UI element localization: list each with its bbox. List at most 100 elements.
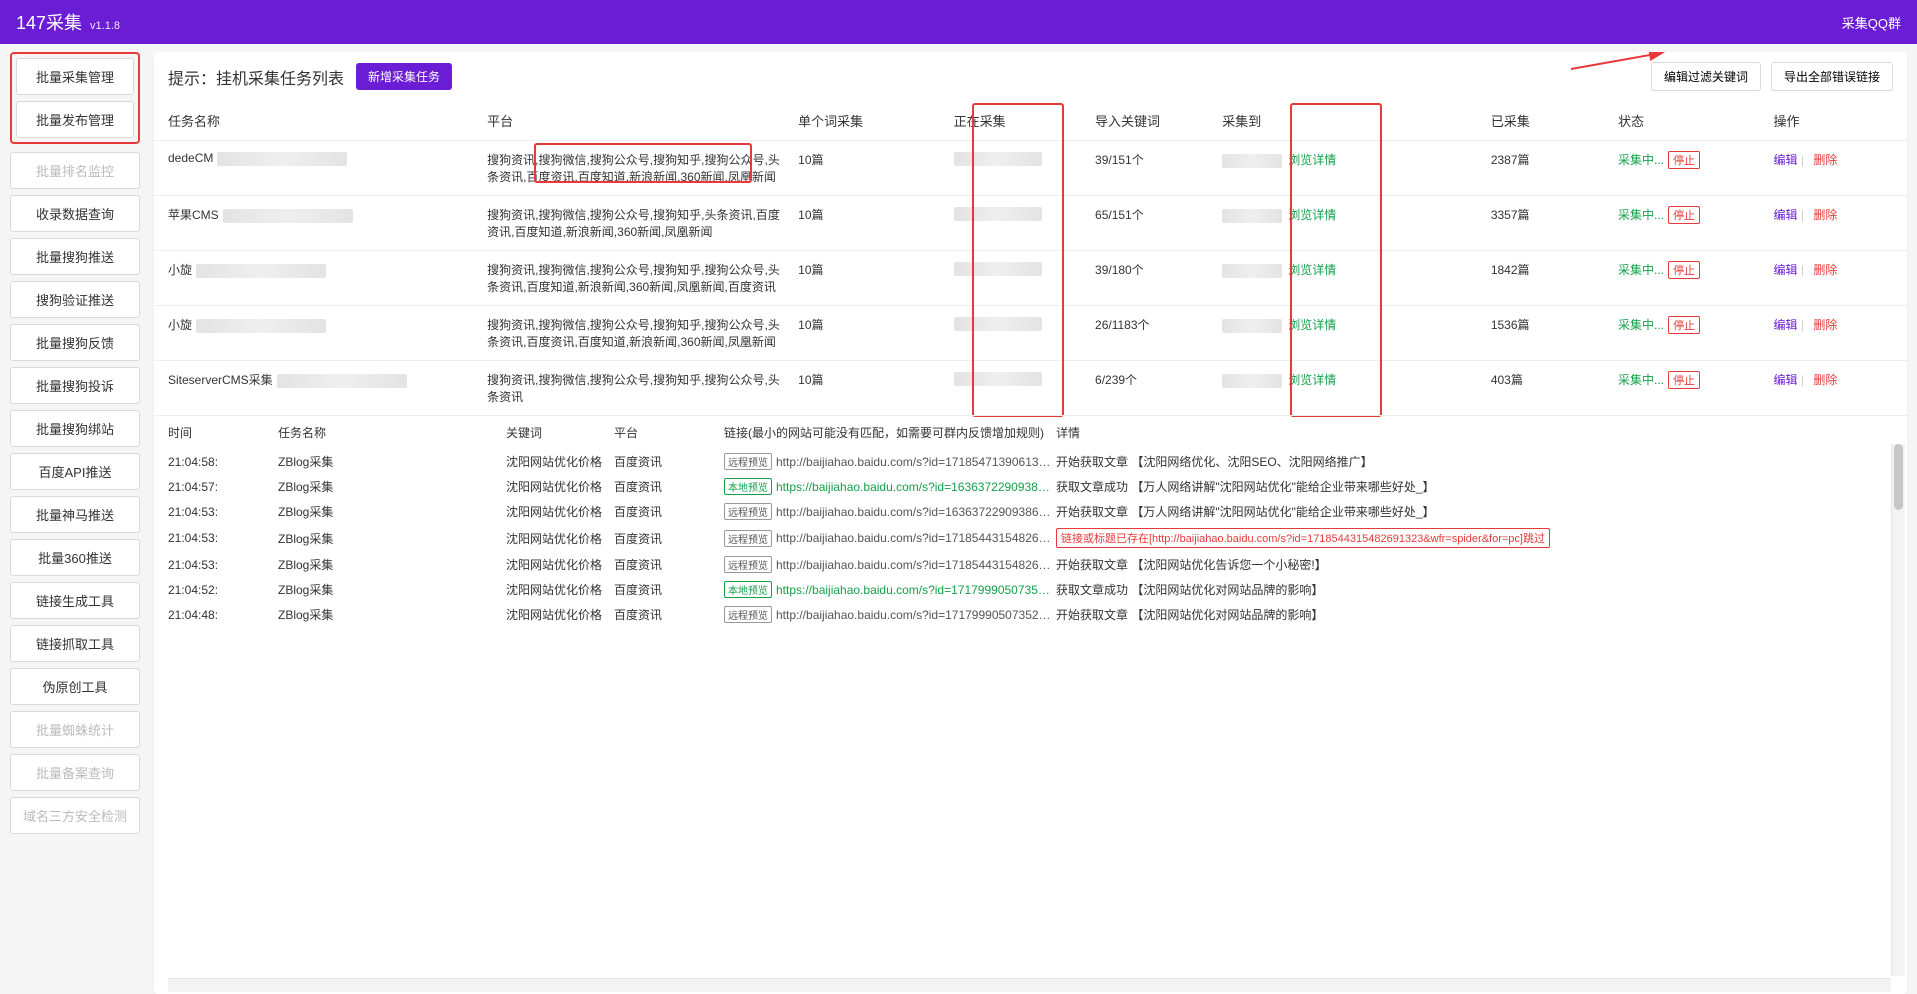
delete-link[interactable]: 删除 xyxy=(1813,373,1837,387)
qq-group-link[interactable]: 采集QQ群 xyxy=(1842,13,1901,32)
log-plat: 百度资讯 xyxy=(614,606,724,623)
sidebar-item[interactable]: 百度API推送 xyxy=(10,453,140,490)
delete-link[interactable]: 删除 xyxy=(1813,263,1837,277)
cell-collecting xyxy=(946,141,1087,196)
redacted xyxy=(196,264,326,278)
cell-collecting xyxy=(946,361,1087,416)
redacted xyxy=(277,374,407,388)
log-body[interactable]: 21:04:58: ZBlog采集 沈阳网站优化价格 百度资讯 远程预览 htt… xyxy=(154,449,1907,994)
stop-button[interactable]: 停止 xyxy=(1668,261,1700,279)
log-task: ZBlog采集 xyxy=(278,556,506,573)
detail-link[interactable]: 浏览详情 xyxy=(1288,208,1336,222)
export-errors-button[interactable]: 导出全部错误链接 xyxy=(1771,62,1893,91)
log-scrollbar-vertical[interactable] xyxy=(1891,444,1905,976)
content-card: 提示：挂机采集任务列表 新增采集任务 编辑过滤关键词 导出全部错误链接 任务名称 xyxy=(154,52,1907,994)
edit-link[interactable]: 编辑 xyxy=(1774,318,1798,332)
preview-tag[interactable]: 远程预览 xyxy=(724,556,772,573)
edit-link[interactable]: 编辑 xyxy=(1774,208,1798,222)
sidebar-item[interactable]: 链接生成工具 xyxy=(10,582,140,619)
log-scrollbar-horizontal[interactable] xyxy=(168,978,1891,992)
delete-link[interactable]: 删除 xyxy=(1813,208,1837,222)
log-link: 远程预览 http://baijiahao.baidu.com/s?id=171… xyxy=(724,453,1056,470)
sidebar-item[interactable]: 搜狗验证推送 xyxy=(10,281,140,318)
sidebar-item[interactable]: 批量搜狗反馈 xyxy=(10,324,140,361)
sidebar-item[interactable]: 批量神马推送 xyxy=(10,496,140,533)
sidebar-item[interactable]: 批量360推送 xyxy=(10,539,140,576)
stop-button[interactable]: 停止 xyxy=(1668,151,1700,169)
delete-link[interactable]: 删除 xyxy=(1813,318,1837,332)
log-plat: 百度资讯 xyxy=(614,581,724,598)
sidebar-item-0[interactable]: 批量采集管理 xyxy=(16,58,134,95)
log-url[interactable]: http://baijiahao.baidu.com/s?id=17185443… xyxy=(776,558,1056,572)
sidebar-item[interactable]: 收录数据查询 xyxy=(10,195,140,232)
th-single: 单个词采集 xyxy=(790,101,946,141)
cell-status: 采集中...停止 xyxy=(1610,196,1766,251)
sidebar-item-1[interactable]: 批量发布管理 xyxy=(16,101,134,138)
delete-link[interactable]: 删除 xyxy=(1813,153,1837,167)
sidebar: 批量采集管理批量发布管理 批量排名监控收录数据查询批量搜狗推送搜狗验证推送批量搜… xyxy=(0,44,150,994)
app-title-text: 147采集 xyxy=(16,9,82,35)
cell-platform: 搜狗资讯,搜狗微信,搜狗公众号,搜狗知乎,搜狗公众号,头条资讯,百度资讯,百度知… xyxy=(479,306,790,361)
log-url[interactable]: http://baijiahao.baidu.com/s?id=16363722… xyxy=(776,505,1056,519)
log-url[interactable]: http://baijiahao.baidu.com/s?id=17185471… xyxy=(776,455,1056,469)
preview-tag[interactable]: 本地预览 xyxy=(724,478,772,495)
detail-link[interactable]: 浏览详情 xyxy=(1288,153,1336,167)
cell-name: 小旋 xyxy=(154,251,479,306)
preview-tag[interactable]: 远程预览 xyxy=(724,606,772,623)
log-url[interactable]: http://baijiahao.baidu.com/s?id=17185443… xyxy=(776,531,1056,545)
cell-single: 10篇 xyxy=(790,251,946,306)
preview-tag[interactable]: 远程预览 xyxy=(724,503,772,520)
redacted xyxy=(954,262,1042,276)
log-detail: 链接或标题已存在[http://baijiahao.baidu.com/s?id… xyxy=(1056,528,1893,548)
log-link: 远程预览 http://baijiahao.baidu.com/s?id=171… xyxy=(724,556,1056,573)
filter-keyword-button[interactable]: 编辑过滤关键词 xyxy=(1651,62,1761,91)
stop-button[interactable]: 停止 xyxy=(1668,371,1700,389)
task-table: 任务名称 平台 单个词采集 正在采集 导入关键词 采集到 已采集 状态 操作 d… xyxy=(154,101,1907,415)
log-detail-text: 开始获取文章 【沈阳网络优化、沈阳SEO、沈阳网络推广】 xyxy=(1056,455,1373,469)
edit-link[interactable]: 编辑 xyxy=(1774,153,1798,167)
preview-tag[interactable]: 本地预览 xyxy=(724,581,772,598)
log-detail: 开始获取文章 【万人网络讲解"沈阳网站优化"能给企业带来哪些好处_】 xyxy=(1056,503,1893,520)
add-task-button[interactable]: 新增采集任务 xyxy=(356,63,452,90)
log-kw: 沈阳网站优化价格 xyxy=(506,478,614,495)
log-detail: 开始获取文章 【沈阳网站优化对网站品牌的影响】 xyxy=(1056,606,1893,623)
log-link: 远程预览 http://baijiahao.baidu.com/s?id=171… xyxy=(724,530,1056,547)
sidebar-item[interactable]: 批量搜狗投诉 xyxy=(10,367,140,404)
th-collecting: 正在采集 xyxy=(946,101,1087,141)
cell-name: SiteserverCMS采集 xyxy=(154,361,479,416)
redacted xyxy=(196,319,326,333)
log-url[interactable]: https://baijiahao.baidu.com/s?id=1636372… xyxy=(776,480,1056,494)
sidebar-item: 批量备案查询 xyxy=(10,754,140,791)
log-url[interactable]: http://baijiahao.baidu.com/s?id=17179990… xyxy=(776,608,1056,622)
sidebar-item[interactable]: 伪原创工具 xyxy=(10,668,140,705)
log-time: 21:04:58: xyxy=(168,455,278,469)
lh-link: 链接(最小的网站可能没有匹配，如需要可群内反馈增加规则) xyxy=(724,424,1056,441)
stop-button[interactable]: 停止 xyxy=(1668,316,1700,334)
cell-done: 3357篇 xyxy=(1483,196,1610,251)
stop-button[interactable]: 停止 xyxy=(1668,206,1700,224)
cell-keywords: 39/180个 xyxy=(1087,251,1214,306)
detail-link[interactable]: 浏览详情 xyxy=(1288,263,1336,277)
sidebar-item[interactable]: 批量搜狗推送 xyxy=(10,238,140,275)
edit-link[interactable]: 编辑 xyxy=(1774,373,1798,387)
cell-target: 浏览详情 xyxy=(1214,306,1483,361)
cell-platform: 搜狗资讯,搜狗微信,搜狗公众号,搜狗知乎,搜狗公众号,头条资讯 xyxy=(479,361,790,416)
log-link: 本地预览 https://baijiahao.baidu.com/s?id=17… xyxy=(724,581,1056,598)
log-detail-text: 开始获取文章 【万人网络讲解"沈阳网站优化"能给企业带来哪些好处_】 xyxy=(1056,505,1435,519)
preview-tag[interactable]: 远程预览 xyxy=(724,530,772,547)
cell-single: 10篇 xyxy=(790,306,946,361)
log-url[interactable]: https://baijiahao.baidu.com/s?id=1717999… xyxy=(776,583,1056,597)
detail-link[interactable]: 浏览详情 xyxy=(1288,373,1336,387)
cell-collecting xyxy=(946,196,1087,251)
log-kw: 沈阳网站优化价格 xyxy=(506,453,614,470)
sidebar-item[interactable]: 链接抓取工具 xyxy=(10,625,140,662)
edit-link[interactable]: 编辑 xyxy=(1774,263,1798,277)
preview-tag[interactable]: 远程预览 xyxy=(724,453,772,470)
status-text: 采集中... xyxy=(1618,153,1664,167)
log-plat: 百度资讯 xyxy=(614,478,724,495)
log-plat: 百度资讯 xyxy=(614,556,724,573)
log-detail: 开始获取文章 【沈阳网络优化、沈阳SEO、沈阳网络推广】 xyxy=(1056,453,1893,470)
sidebar-item[interactable]: 批量搜狗绑站 xyxy=(10,410,140,447)
cell-op: 编辑 | 删除 xyxy=(1766,251,1907,306)
detail-link[interactable]: 浏览详情 xyxy=(1288,318,1336,332)
